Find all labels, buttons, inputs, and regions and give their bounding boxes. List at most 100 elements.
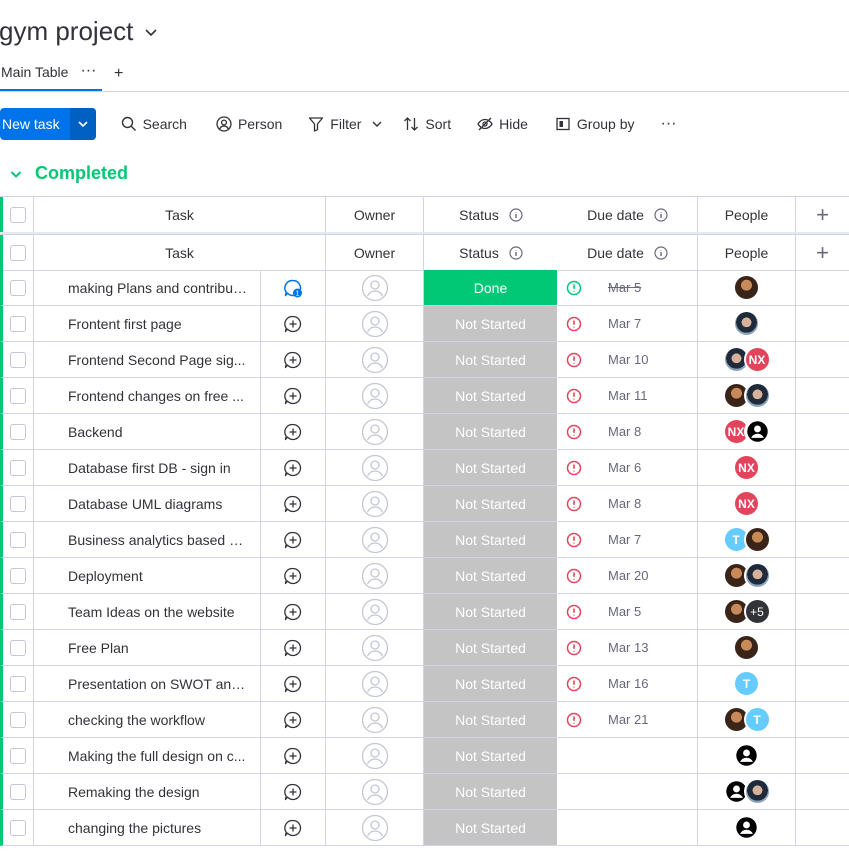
add-update-icon[interactable] [283,674,303,694]
add-update-icon[interactable] [283,530,303,550]
add-update-icon[interactable] [283,602,303,622]
task-name-cell[interactable]: Database UML diagrams [34,486,261,522]
task-name-cell[interactable]: Team Ideas on the website [34,594,261,630]
owner-placeholder-icon[interactable] [361,490,389,518]
status-cell[interactable]: Not Started [424,630,558,666]
owner-placeholder-icon[interactable] [361,346,389,374]
owner-cell[interactable] [326,738,424,774]
owner-placeholder-icon[interactable] [361,598,389,626]
select-all-cell[interactable] [0,197,34,233]
people-cell[interactable]: T [698,702,796,738]
row-select-cell[interactable] [0,378,34,414]
status-cell[interactable]: Not Started [424,522,558,558]
people-cell[interactable]: NX [698,486,796,522]
owner-cell[interactable] [326,702,424,738]
row-checkbox[interactable] [10,351,26,368]
avatar[interactable] [733,814,760,841]
status-cell[interactable]: Not Started [424,594,558,630]
column-header-owner[interactable]: Owner [326,197,424,233]
info-icon[interactable] [509,245,523,260]
new-task-dropdown[interactable] [69,108,96,140]
people-cell[interactable]: T [698,666,796,702]
due-date-cell[interactable]: Mar 13 [558,630,698,666]
table-row[interactable]: Database UML diagrams Not Started Mar 8 NX [0,486,849,522]
select-all-checkbox[interactable] [10,206,26,223]
status-cell[interactable]: Not Started [424,738,558,774]
add-update-icon[interactable] [283,494,303,514]
column-header-status[interactable]: Status [424,235,558,271]
search-button[interactable]: Search [121,116,187,132]
owner-cell[interactable] [326,810,424,846]
due-date-cell[interactable]: Mar 16 [558,666,698,702]
avatar[interactable] [743,778,771,805]
table-row[interactable]: Free Plan Not Started Mar 13 [0,630,849,666]
column-header-owner[interactable]: Owner [326,235,424,271]
row-select-cell[interactable] [0,702,34,738]
row-checkbox[interactable] [10,711,26,728]
owner-placeholder-icon[interactable] [361,418,389,446]
row-select-cell[interactable] [0,450,34,486]
due-date-cell[interactable]: Mar 7 [558,306,698,342]
task-name-cell[interactable]: making Plans and contribut... [34,270,261,306]
row-checkbox[interactable] [10,315,26,332]
updates-cell[interactable]: 1 [261,270,326,306]
row-checkbox[interactable] [10,603,26,620]
column-header-status[interactable]: Status [424,197,558,233]
owner-cell[interactable] [326,594,424,630]
owner-cell[interactable] [326,522,424,558]
hide-button[interactable]: Hide [477,116,528,132]
avatar[interactable]: T [733,670,760,697]
status-cell[interactable]: Not Started [424,306,558,342]
people-cell[interactable] [698,774,796,810]
status-cell[interactable]: Not Started [424,450,558,486]
updates-cell[interactable] [261,774,326,810]
column-header-task[interactable]: Task [34,197,326,233]
table-row[interactable]: Frontend changes on free ... Not Started M… [0,378,849,414]
add-update-icon[interactable] [283,314,303,334]
table-row[interactable]: checking the workflow Not Started Mar 21 T [0,702,849,738]
due-date-cell[interactable]: Mar 21 [558,702,698,738]
task-name-cell[interactable]: Frontend changes on free ... [34,378,261,414]
table-row[interactable]: Deployment Not Started Mar 20 [0,558,849,594]
avatar[interactable]: NX [733,490,760,517]
add-update-icon[interactable] [283,350,303,370]
status-cell[interactable]: Not Started [424,342,558,378]
due-date-cell[interactable] [558,738,698,774]
owner-placeholder-icon[interactable] [361,670,389,698]
status-cell[interactable]: Not Started [424,774,558,810]
column-header-task[interactable]: Task [34,235,326,271]
table-row[interactable]: Backend Not Started Mar 8 NX [0,414,849,450]
task-name-cell[interactable]: Business analytics based o... [34,522,261,558]
updates-cell[interactable] [261,630,326,666]
task-name-cell[interactable]: Free Plan [34,630,261,666]
due-date-cell[interactable] [558,810,698,846]
people-cell[interactable] [698,558,796,594]
due-date-cell[interactable]: Mar 6 [558,450,698,486]
owner-placeholder-icon[interactable] [361,778,389,806]
row-checkbox[interactable] [10,459,26,476]
board-title[interactable]: gym project [0,16,159,47]
updates-cell[interactable] [261,450,326,486]
avatar[interactable]: T [743,706,771,733]
row-checkbox[interactable] [10,423,26,440]
row-select-cell[interactable] [0,522,34,558]
avatar[interactable] [733,274,760,301]
due-date-cell[interactable]: Mar 8 [558,414,698,450]
updates-cell[interactable] [261,702,326,738]
avatar[interactable] [743,562,771,589]
add-view-button[interactable]: + [114,65,123,83]
owner-cell[interactable] [326,486,424,522]
owner-placeholder-icon[interactable] [361,526,389,554]
people-cell[interactable] [698,378,796,414]
updates-cell[interactable] [261,342,326,378]
info-icon[interactable] [509,207,523,222]
owner-cell[interactable] [326,558,424,594]
task-name-cell[interactable]: Presentation on SWOT and... [34,666,261,702]
tab-main-table[interactable]: Main Table ··· [0,62,102,91]
row-select-cell[interactable] [0,594,34,630]
group-by-button[interactable]: Group by [555,116,635,132]
row-select-cell[interactable] [0,630,34,666]
due-date-cell[interactable]: Mar 8 [558,486,698,522]
avatar[interactable] [733,634,760,661]
people-cell[interactable] [698,306,796,342]
